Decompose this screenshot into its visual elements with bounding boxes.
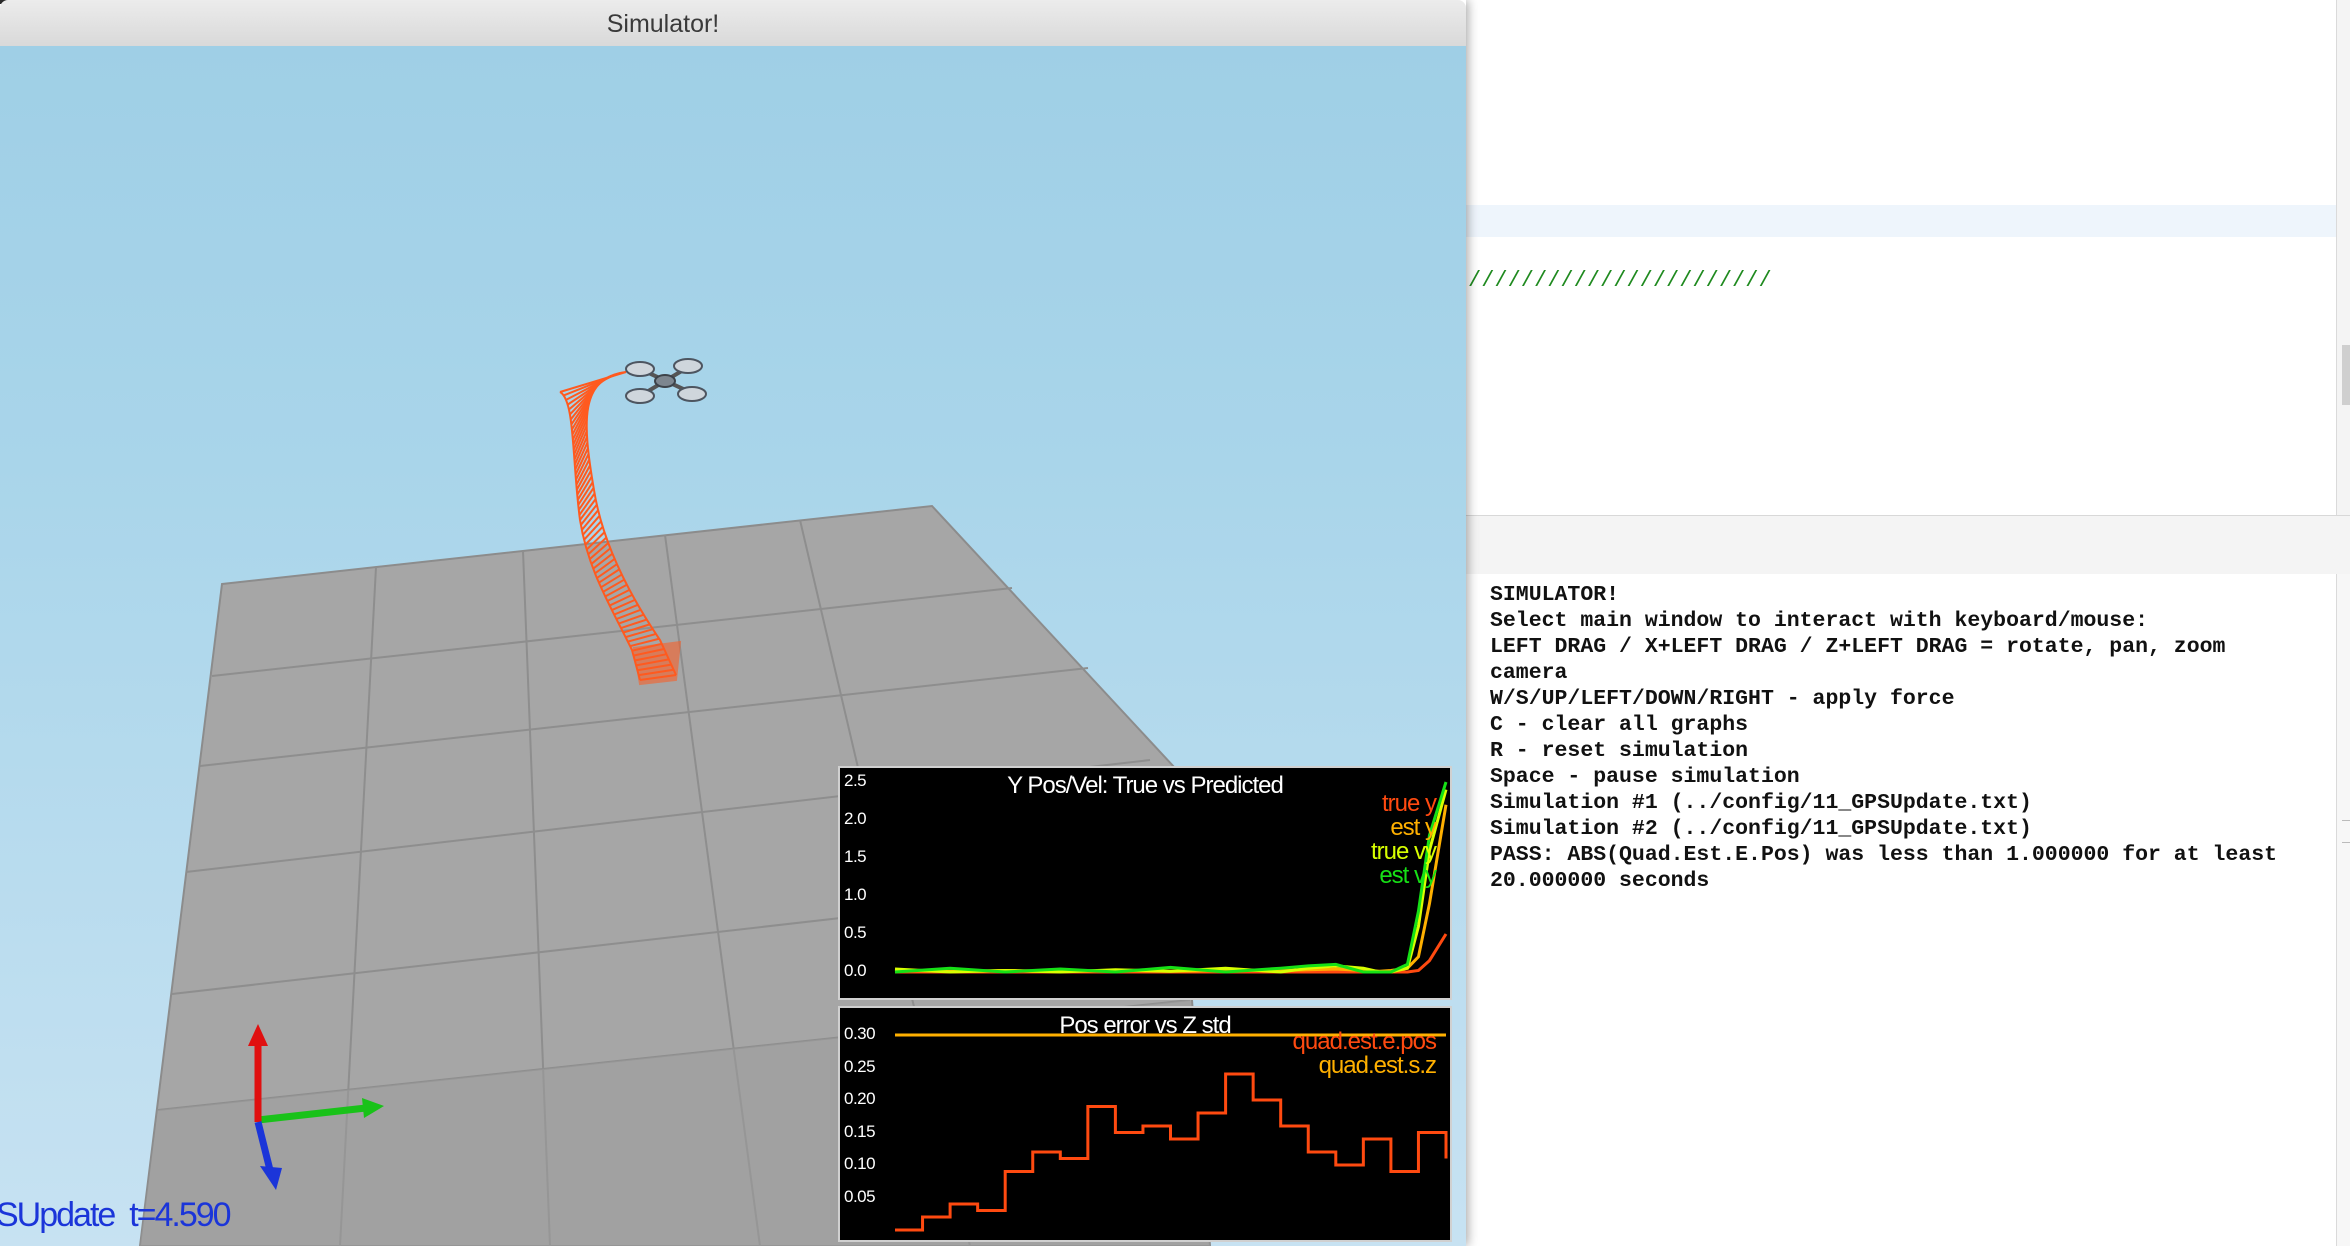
graph-title: Y Pos/Vel: True vs Predicted (1007, 772, 1284, 799)
y-tick-label: 0.30 (844, 1024, 876, 1043)
simulation-status: SUpdate t=4.590 (0, 1196, 232, 1234)
code-comment: /////////////////////// (1468, 268, 1772, 293)
graph-pos-error[interactable]: Pos error vs Z std 0.30 0.25 0.20 0.15 0.10 0… (838, 1006, 1452, 1242)
y-tick-label: 0.5 (844, 923, 867, 942)
quadrotor (625, 358, 707, 404)
graph-y-pos-vel-plot (894, 781, 1448, 974)
editor-scrollbar[interactable] (2336, 0, 2350, 515)
console-text: SIMULATOR! Select main window to interac… (1490, 582, 2277, 894)
console-line: R - reset simulation (1490, 739, 1749, 763)
console-line: W/S/UP/LEFT/DOWN/RIGHT - apply force (1490, 687, 1955, 711)
window-title: Simulator! (606, 10, 720, 38)
y-tick-label: 0.25 (844, 1056, 876, 1076)
console-line: Space - pause simulation (1490, 765, 1800, 789)
legend-entry: quad.est.s.z (1318, 1052, 1437, 1079)
console-line: Select main window to interact with keyb… (1490, 609, 2149, 633)
current-line-highlight (1460, 205, 2340, 237)
series-line-quad-est-e-pos (895, 1072, 1448, 1232)
y-tick-label: 2.5 (844, 771, 867, 790)
console-line: Simulation #1 (../config/11_GPSUpdate.tx… (1490, 791, 2032, 815)
window-titlebar[interactable]: Simulator! (0, 0, 1466, 47)
series-line-est-vy (894, 781, 1448, 974)
y-tick-label: 1.0 (844, 885, 867, 904)
console-line: 20.000000 seconds (1490, 869, 1710, 893)
legend-entry: est vy (1379, 862, 1437, 889)
console-line: camera (1490, 661, 1568, 685)
pane-divider[interactable] (1460, 515, 2350, 575)
y-tick-label: 0.15 (844, 1121, 876, 1141)
y-tick-label: 0.0 (844, 961, 867, 980)
y-tick-label: 1.5 (844, 847, 867, 866)
y-tick-label: 0.10 (844, 1154, 876, 1173)
y-tick-label: 0.05 (844, 1186, 876, 1206)
console-line: Simulation #2 (../config/11_GPSUpdate.tx… (1490, 817, 2032, 841)
graph-y-pos-vel[interactable]: Y Pos/Vel: True vs Predicted 2.5 2.0 1.5 1.… (838, 766, 1452, 1000)
console-scrollbar[interactable] (2336, 574, 2350, 1246)
console-line: PASS: ABS(Quad.Est.E.Pos) was less than … (1490, 843, 2278, 867)
console-line: SIMULATOR! (1490, 583, 1620, 607)
console-output[interactable]: SIMULATOR! Select main window to interac… (1460, 574, 2342, 1246)
console-line: LEFT DRAG / X+LEFT DRAG / Z+LEFT DRAG = … (1490, 635, 2226, 659)
series-line-est-y (894, 804, 1448, 973)
y-tick-label: 0.20 (844, 1089, 876, 1108)
simulator-window[interactable]: Simulator! SUpdate t=4.590 Y Pos/Vel: Tr… (0, 0, 1466, 1246)
series-line-true-vy (894, 789, 1448, 974)
scroll-marker (2342, 345, 2350, 405)
y-tick-label: 2.0 (844, 809, 867, 828)
console-line: C - clear all graphs (1490, 713, 1749, 737)
